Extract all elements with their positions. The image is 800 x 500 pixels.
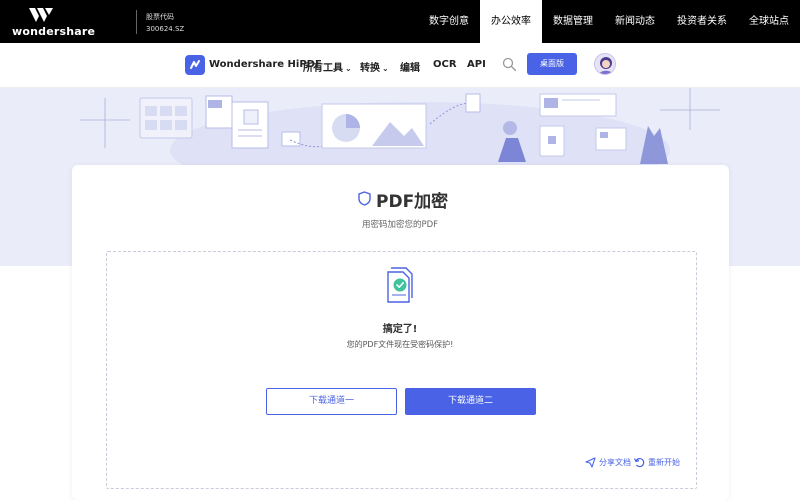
stock-info: 股票代码 300624.SZ bbox=[146, 11, 184, 35]
brand-name: wondershare bbox=[12, 25, 96, 38]
top-nav-item-digital-creative[interactable]: 数字创意 bbox=[418, 0, 480, 43]
restart-icon bbox=[633, 457, 645, 468]
share-label: 分享文档 bbox=[599, 458, 631, 467]
top-nav-item-investors[interactable]: 投资者关系 bbox=[666, 0, 738, 43]
page-title: PDF加密 bbox=[376, 192, 449, 212]
top-bar: wondershare 股票代码 300624.SZ 数字创意 办公效率 数据管… bbox=[0, 0, 800, 43]
desktop-version-button[interactable]: 桌面版 bbox=[527, 53, 577, 75]
nav-all-tools[interactable]: 所有工具 ⌄ bbox=[303, 59, 352, 74]
nav-ocr[interactable]: OCR bbox=[433, 59, 457, 70]
search-icon[interactable] bbox=[502, 57, 517, 72]
nav-convert[interactable]: 转换 ⌄ bbox=[360, 59, 389, 74]
top-nav-item-global-sites[interactable]: 全球站点 bbox=[738, 0, 800, 43]
hipdf-logo-icon[interactable] bbox=[185, 55, 205, 75]
chevron-down-icon: ⌄ bbox=[382, 64, 389, 73]
top-nav: 数字创意 办公效率 数据管理 新闻动态 投资者关系 全球站点 bbox=[418, 0, 800, 43]
wondershare-logo[interactable]: wondershare bbox=[12, 8, 95, 38]
page-subtitle: 用密码加密您的PDF bbox=[361, 220, 439, 230]
done-subtitle: 您的PDF文件现在受密码保护! bbox=[346, 340, 454, 349]
done-title: 搞定了! bbox=[382, 324, 418, 335]
nav-api[interactable]: API bbox=[467, 59, 486, 70]
avatar[interactable] bbox=[594, 53, 616, 75]
restart-link[interactable]: 重新开始 bbox=[633, 457, 680, 468]
product-nav: Wondershare HiPDF 所有工具 ⌄ 转换 ⌄ 编辑 OCR API bbox=[0, 43, 800, 88]
stock-label: 股票代码 bbox=[146, 13, 174, 21]
download-channel-1-button[interactable]: 下载通道一 bbox=[266, 388, 397, 415]
wondershare-logo-icon bbox=[29, 8, 53, 22]
shield-icon bbox=[358, 191, 371, 206]
share-icon bbox=[585, 457, 596, 468]
nav-all-tools-label: 所有工具 bbox=[303, 63, 343, 74]
pdf-file-check-icon bbox=[387, 267, 413, 303]
download-channel-2-button[interactable]: 下载通道二 bbox=[405, 388, 536, 415]
share-document-link[interactable]: 分享文档 bbox=[585, 457, 631, 468]
top-nav-item-news[interactable]: 新闻动态 bbox=[604, 0, 666, 43]
chevron-down-icon: ⌄ bbox=[345, 64, 352, 73]
divider bbox=[136, 10, 137, 34]
restart-label: 重新开始 bbox=[648, 458, 680, 467]
nav-edit[interactable]: 编辑 bbox=[400, 59, 420, 74]
top-nav-item-office[interactable]: 办公效率 bbox=[480, 0, 542, 43]
top-nav-item-data-management[interactable]: 数据管理 bbox=[542, 0, 604, 43]
nav-convert-label: 转换 bbox=[360, 63, 380, 74]
stock-code: 300624.SZ bbox=[146, 25, 185, 33]
